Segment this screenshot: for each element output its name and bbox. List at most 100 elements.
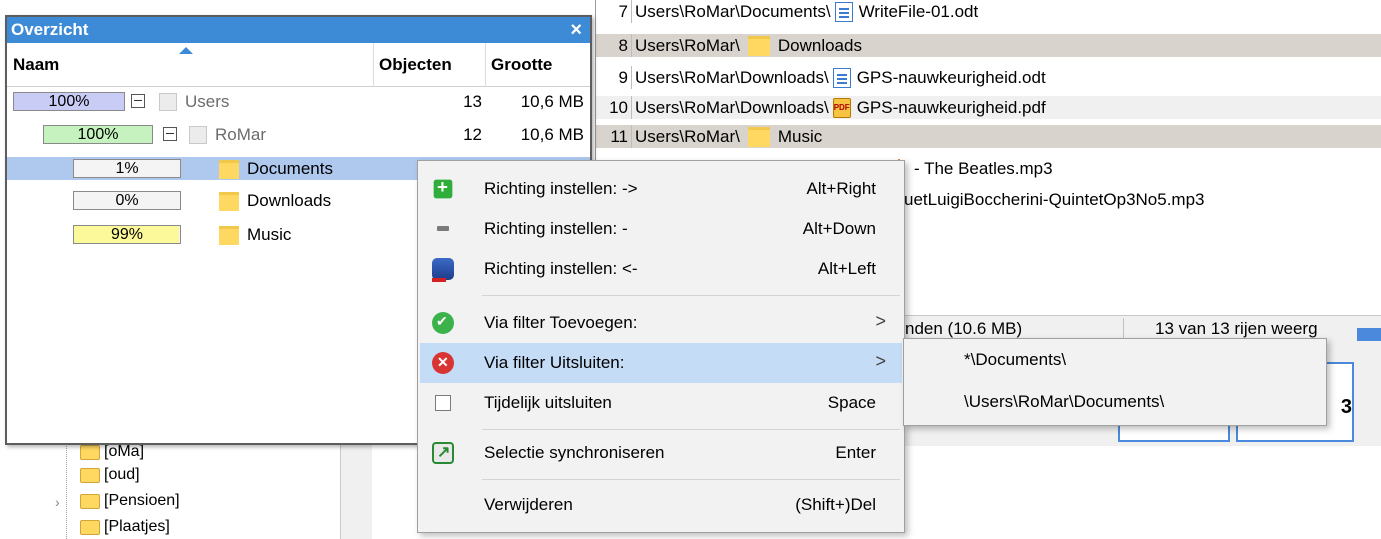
- menu-item-direction-left[interactable]: Richting instellen: <- Alt+Left: [420, 249, 902, 289]
- menu-item-label: Via filter Uitsluiten:: [484, 353, 625, 372]
- column-divider[interactable]: [485, 43, 486, 87]
- status-found-text: nden (10.6 MB): [905, 319, 1023, 338]
- menu-item-label: Richting instellen: ->: [484, 179, 638, 198]
- menu-item-direction-right[interactable]: Richting instellen: -> Alt+Right: [420, 169, 902, 209]
- exclude-submenu: *\Documents\ \Users\RoMar\Documents\: [903, 338, 1327, 426]
- menu-item-label: Selectie synchroniseren: [484, 443, 665, 462]
- tree-item[interactable]: [oud]: [80, 464, 140, 486]
- minus-icon: [432, 218, 454, 240]
- chevron-right-icon: >: [875, 351, 886, 371]
- row-number: 9: [596, 66, 632, 89]
- collapse-icon[interactable]: [131, 94, 145, 108]
- row-name: Music: [777, 126, 823, 146]
- file-row[interactable]: 8 Users\RoMar\ Downloads: [596, 34, 1381, 57]
- percent-bar: 0%: [73, 191, 181, 210]
- tree-item-label: [oMa]: [104, 443, 145, 460]
- status-divider: [1123, 318, 1124, 340]
- row-name: uetLuigiBoccherini-QuintetOp3No5.mp3: [904, 189, 1205, 209]
- menu-separator: [482, 429, 900, 430]
- menu-item-delete[interactable]: Verwijderen (Shift+)Del: [420, 485, 902, 525]
- file-row[interactable]: 7 Users\RoMar\Documents\ WriteFile-01.od…: [596, 0, 1381, 23]
- submenu-item-pattern[interactable]: *\Documents\: [964, 350, 1066, 370]
- submenu-item-path[interactable]: \Users\RoMar\Documents\: [964, 392, 1164, 412]
- chevron-right-icon[interactable]: ›: [55, 494, 60, 510]
- overview-row[interactable]: 100% Users 13 10,6 MB: [7, 90, 590, 113]
- folder-icon: [80, 519, 100, 535]
- collapse-icon[interactable]: [163, 127, 177, 141]
- pdf-icon: PDF: [832, 97, 851, 118]
- overview-row-name: Music: [247, 225, 292, 244]
- menu-item-label: Via filter Toevoegen:: [484, 313, 638, 332]
- menu-item-label: Tijdelijk uitsluiten: [484, 393, 612, 412]
- overview-row-name: Downloads: [247, 191, 332, 210]
- row-number: 7: [596, 0, 632, 23]
- folder-icon: [159, 93, 177, 111]
- row-path: Users\RoMar\: [635, 126, 740, 146]
- overview-title-bar[interactable]: Overzicht ×: [7, 17, 590, 43]
- row-path: Users\RoMar\Downloads\: [635, 97, 829, 117]
- menu-item-shortcut: Space: [827, 393, 876, 412]
- tree-item-label: [Pensioen]: [104, 492, 180, 509]
- file-row[interactable]: 10 Users\RoMar\Downloads\ PDF GPS-nauwke…: [596, 96, 1381, 119]
- row-path: Users\RoMar\: [635, 35, 740, 55]
- folder-icon: [219, 192, 239, 211]
- exclude-icon: [432, 352, 454, 374]
- row-name: GPS-nauwkeurigheid.odt: [856, 67, 1046, 87]
- row-name: WriteFile-01.odt: [858, 1, 979, 21]
- percent-label: 100%: [48, 93, 90, 110]
- column-header-size[interactable]: Grootte: [491, 55, 552, 75]
- document-icon: [832, 67, 851, 88]
- database-icon: [432, 258, 454, 282]
- page-number: 3: [1340, 396, 1352, 418]
- menu-item-shortcut: Alt+Right: [806, 179, 876, 198]
- overview-row-name: Users: [185, 92, 230, 111]
- menu-item-shortcut: Alt+Left: [817, 259, 876, 278]
- percent-label: 100%: [77, 126, 119, 143]
- context-menu: Richting instellen: -> Alt+Right Richtin…: [417, 160, 905, 533]
- check-icon: [432, 312, 454, 334]
- menu-item-filter-add[interactable]: Via filter Toevoegen: >: [420, 303, 902, 343]
- tree-line: [66, 443, 67, 539]
- overview-title: Overzicht: [11, 20, 89, 39]
- folder-icon: [80, 467, 100, 483]
- row-number: 11: [596, 125, 632, 148]
- tree-item-label: [oud]: [104, 466, 140, 483]
- menu-item-label: Richting instellen: <-: [484, 259, 638, 278]
- folder-icon: [189, 126, 207, 144]
- menu-item-temporary-exclude[interactable]: Tijdelijk uitsluiten Space: [420, 383, 902, 423]
- row-name: Downloads: [777, 35, 862, 55]
- overview-row-size: 10,6 MB: [520, 125, 584, 144]
- folder-icon: [219, 226, 239, 245]
- folder-icon: [219, 160, 239, 179]
- percent-fill: [74, 160, 76, 177]
- row-number: 8: [596, 34, 632, 57]
- column-divider[interactable]: [373, 43, 374, 87]
- overview-row-name: Documents: [247, 159, 333, 178]
- folder-icon: [80, 444, 100, 460]
- menu-item-filter-exclude[interactable]: Via filter Uitsluiten: >: [420, 343, 902, 383]
- percent-label: 99%: [110, 226, 144, 243]
- row-number: 10: [596, 96, 632, 119]
- file-row[interactable]: 9 Users\RoMar\Downloads\ GPS-nauwkeurigh…: [596, 66, 1381, 89]
- column-header-name[interactable]: Naam: [13, 55, 59, 75]
- tree-item[interactable]: [Pensioen]: [80, 490, 180, 512]
- overview-row-name: RoMar: [215, 125, 267, 144]
- tree-item-label: [Plaatjes]: [104, 518, 170, 535]
- menu-item-direction-none[interactable]: Richting instellen: - Alt+Down: [420, 209, 902, 249]
- menu-item-shortcut: Alt+Down: [802, 219, 876, 238]
- folder-tree: [0, 443, 372, 539]
- tree-scrollbar[interactable]: [340, 443, 372, 539]
- menu-item-label: Richting instellen: -: [484, 219, 628, 238]
- checkbox-icon[interactable]: [435, 395, 451, 411]
- row-name: GPS-nauwkeurigheid.pdf: [856, 97, 1046, 117]
- percent-bar: 100%: [13, 92, 125, 111]
- tree-item[interactable]: [Plaatjes]: [80, 516, 170, 538]
- file-row[interactable]: 11 Users\RoMar\ Music: [596, 125, 1381, 148]
- percent-label: 1%: [115, 160, 139, 177]
- column-header-objects[interactable]: Objecten: [379, 55, 452, 75]
- close-icon[interactable]: ×: [570, 17, 582, 43]
- menu-item-sync-selection[interactable]: Selectie synchroniseren Enter: [420, 433, 902, 473]
- overview-row[interactable]: 100% RoMar 12 10,6 MB: [7, 123, 590, 146]
- sync-icon: [432, 442, 454, 464]
- overview-column-headers: Naam Objecten Grootte: [7, 43, 590, 87]
